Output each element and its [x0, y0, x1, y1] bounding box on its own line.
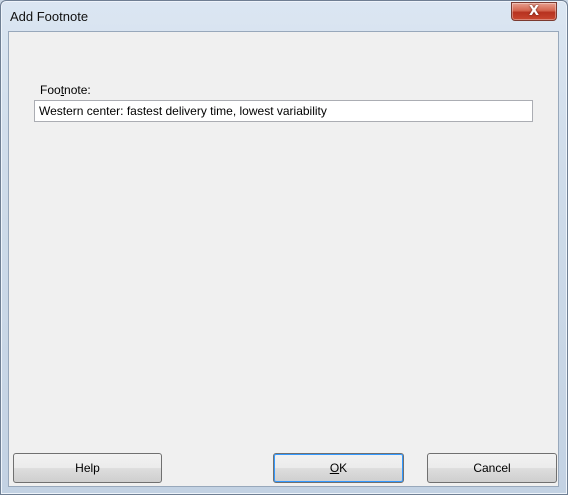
- footnote-label: Footnote:: [40, 83, 91, 97]
- footnote-input[interactable]: Western center: fastest delivery time, l…: [34, 100, 533, 122]
- cancel-button-label: Cancel: [473, 461, 511, 475]
- footnote-label-suffix: note:: [64, 83, 91, 97]
- close-button[interactable]: X: [511, 2, 557, 21]
- ok-button-label: OK: [330, 461, 347, 475]
- title-bar[interactable]: Add Footnote X: [1, 1, 567, 31]
- help-button-label: Help: [75, 461, 100, 475]
- ok-button[interactable]: OK: [273, 453, 404, 483]
- add-footnote-dialog: Add Footnote X Footnote: Western center:…: [0, 0, 568, 495]
- close-icon: X: [528, 4, 540, 19]
- cancel-button[interactable]: Cancel: [427, 453, 557, 483]
- help-button[interactable]: Help: [13, 453, 162, 483]
- footnote-label-prefix: Foo: [40, 83, 61, 97]
- ok-label-accelerator: O: [329, 461, 340, 475]
- dialog-client-area: Footnote: Western center: fastest delive…: [8, 31, 559, 487]
- dialog-title: Add Footnote: [10, 9, 89, 24]
- ok-label-rest: K: [339, 461, 348, 475]
